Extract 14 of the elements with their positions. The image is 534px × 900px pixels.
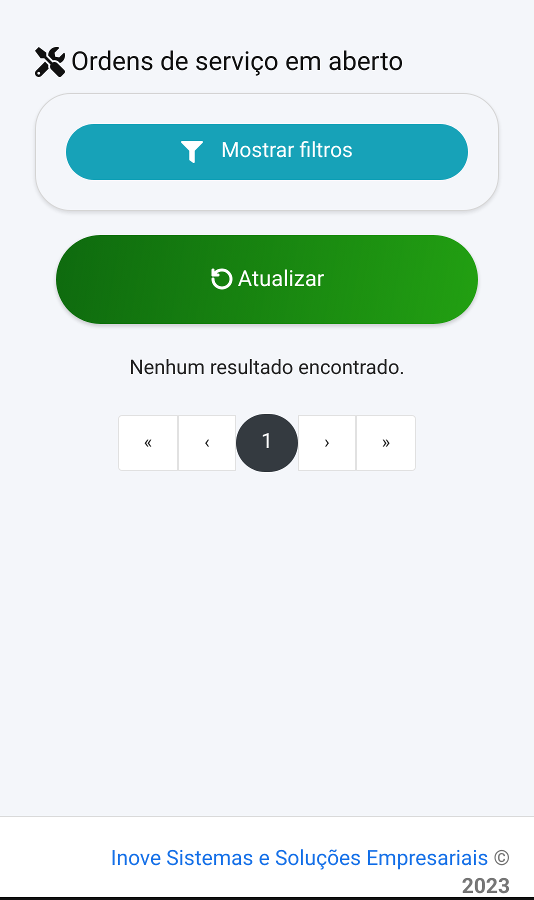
page-title: Ordens de serviço em aberto (71, 46, 404, 78)
copyright-sign: © (494, 847, 510, 871)
company-link[interactable]: Inove Sistemas e Soluções Empresariais (110, 847, 488, 871)
page-link[interactable]: › (298, 414, 356, 470)
page-link[interactable]: 1 (236, 414, 298, 472)
empty-message: Nenhum resultado encontrado. (128, 354, 406, 380)
tools-icon (35, 47, 65, 78)
page-link[interactable]: ‹ (178, 414, 236, 470)
page-link[interactable]: » (356, 414, 416, 470)
refresh-button[interactable]: Atualizar (56, 234, 478, 324)
page-link[interactable]: « (118, 414, 178, 470)
filter-icon (181, 140, 204, 162)
copyright-year: 2023 (462, 875, 510, 899)
undo-icon (210, 267, 234, 291)
